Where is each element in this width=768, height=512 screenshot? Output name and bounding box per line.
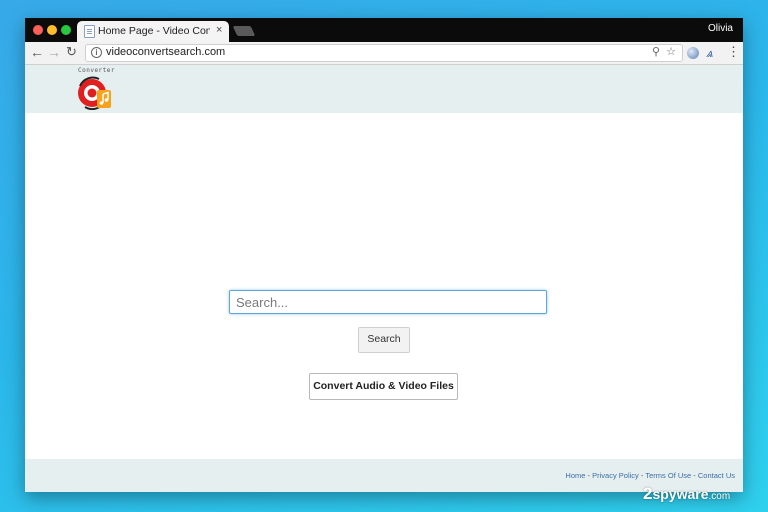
footer-link-privacy[interactable]: Privacy Policy	[592, 471, 639, 480]
info-icon[interactable]: i	[91, 47, 102, 58]
url-text[interactable]: videoconvertsearch.com	[106, 46, 225, 58]
browser-tab[interactable]: Home Page - Video Convert Se ×	[77, 21, 229, 42]
browser-toolbar: ← → ↻ i videoconvertsearch.com ⚲ ☆ ⩓ ⋮	[25, 42, 743, 65]
footer-separator: -	[587, 471, 591, 480]
footer-link-home[interactable]: Home	[565, 471, 585, 480]
back-arrow-icon[interactable]: ←	[30, 43, 44, 61]
maximize-window-button[interactable]	[61, 25, 71, 35]
address-bar[interactable]: i videoconvertsearch.com ⚲ ☆	[85, 44, 683, 62]
convert-files-button[interactable]: Convert Audio & Video Files	[309, 373, 458, 400]
watermark: 2spyware.com	[643, 484, 730, 504]
site-header: Converter	[25, 65, 743, 113]
extension-icon[interactable]: ⩓	[705, 46, 716, 61]
tab-close-icon[interactable]: ×	[216, 24, 222, 36]
tab-title: Home Page - Video Convert Se	[98, 25, 210, 37]
converter-logo-icon[interactable]	[77, 76, 113, 110]
forward-arrow-icon[interactable]: →	[47, 43, 61, 61]
minimize-window-button[interactable]	[47, 25, 57, 35]
close-window-button[interactable]	[33, 25, 43, 35]
footer-link-contact[interactable]: Contact Us	[698, 471, 735, 480]
watermark-text: spyware	[652, 486, 709, 502]
page-icon	[84, 25, 95, 38]
main-content: Search Convert Audio & Video Files	[25, 113, 743, 459]
browser-window: Home Page - Video Convert Se × Olivia ← …	[25, 18, 743, 492]
zoom-icon[interactable]: ⚲	[652, 45, 660, 58]
footer-separator: -	[640, 471, 644, 480]
reload-icon[interactable]: ↻	[66, 43, 77, 61]
profile-name[interactable]: Olivia	[708, 23, 733, 34]
browser-menu-icon[interactable]: ⋮	[727, 44, 740, 60]
bookmark-star-icon[interactable]: ☆	[666, 45, 676, 58]
search-input[interactable]	[229, 290, 547, 314]
new-tab-button[interactable]	[232, 26, 256, 36]
footer-separator: -	[693, 471, 696, 480]
footer-link-terms[interactable]: Terms Of Use	[645, 471, 691, 480]
logo-text: Converter	[78, 67, 116, 74]
extension-globe-icon[interactable]	[687, 47, 699, 59]
site-footer: Home - Privacy Policy - Terms Of Use - C…	[25, 459, 743, 492]
search-button[interactable]: Search	[358, 327, 410, 353]
watermark-suffix: .com	[708, 491, 731, 502]
footer-links: Home - Privacy Policy - Terms Of Use - C…	[565, 471, 735, 480]
title-bar: Home Page - Video Convert Se × Olivia	[25, 18, 743, 42]
